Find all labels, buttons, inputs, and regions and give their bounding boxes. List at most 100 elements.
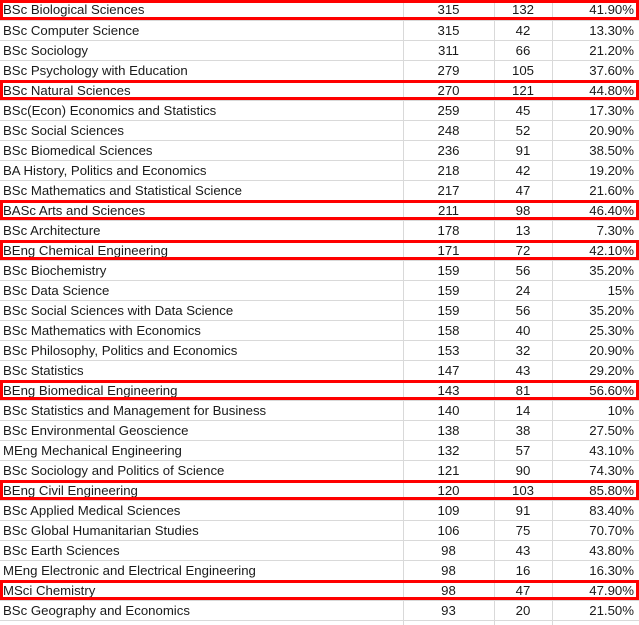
cell-applications[interactable]: 315	[403, 0, 495, 21]
table-row[interactable]: BSc Mathematics with Economics 158 40 25.30…	[0, 320, 639, 341]
cell-offer-rate[interactable]: 21.60%	[552, 180, 639, 201]
cell-programme[interactable]: BSc Psychology with Education	[0, 60, 404, 81]
table-row[interactable]: BSc Biological Sciences 315 132 41.90%	[0, 0, 639, 21]
cell-applications[interactable]: 211	[403, 200, 495, 221]
cell-offers[interactable]: 52	[494, 120, 553, 141]
cell-programme[interactable]: BSc Earth Sciences	[0, 540, 404, 561]
cell-offers[interactable]: 91	[494, 140, 553, 161]
cell-programme[interactable]: MSci Chemistry	[0, 580, 404, 601]
cell-applications[interactable]	[403, 620, 495, 625]
cell-programme[interactable]: MEng Mechanical Engineering	[0, 440, 404, 461]
table-row[interactable]: BEng Chemical Engineering 171 72 42.10%	[0, 240, 639, 261]
cell-programme[interactable]: BEng Civil Engineering	[0, 480, 404, 501]
cell-applications[interactable]: 120	[403, 480, 495, 501]
cell-applications[interactable]: 311	[403, 40, 495, 61]
cell-applications[interactable]: 143	[403, 380, 495, 401]
cell-offers[interactable]: 66	[494, 40, 553, 61]
table-row[interactable]: MSci Chemistry 98 47 47.90%	[0, 580, 639, 601]
cell-offer-rate[interactable]: 44.80%	[552, 80, 639, 101]
cell-offer-rate[interactable]: 35.20%	[552, 260, 639, 281]
cell-offers[interactable]: 32	[494, 340, 553, 361]
cell-applications[interactable]: 93	[403, 600, 495, 621]
table-row[interactable]: BASc Arts and Sciences 211 98 46.40%	[0, 200, 639, 221]
cell-offer-rate[interactable]: 27.50%	[552, 420, 639, 441]
cell-offer-rate[interactable]: 74.30%	[552, 460, 639, 481]
cell-offers[interactable]: 81	[494, 380, 553, 401]
cell-offer-rate[interactable]: 38.50%	[552, 140, 639, 161]
cell-offers[interactable]: 20	[494, 600, 553, 621]
cell-offer-rate[interactable]: 46.40%	[552, 200, 639, 221]
table-row[interactable]: BSc Global Humanitarian Studies 106 75 70.7…	[0, 520, 639, 541]
table-row[interactable]: BSc Sociology 311 66 21.20%	[0, 40, 639, 61]
table-row[interactable]: BSc Psychology with Education 279 105 37.60…	[0, 60, 639, 81]
cell-offers[interactable]: 43	[494, 360, 553, 381]
table-row[interactable]: BSc Environmental Geoscience 138 38 27.50%	[0, 420, 639, 441]
cell-applications[interactable]: 140	[403, 400, 495, 421]
cell-offer-rate[interactable]: 17.30%	[552, 100, 639, 121]
cell-offer-rate[interactable]: 21.50%	[552, 600, 639, 621]
cell-applications[interactable]: 178	[403, 220, 495, 241]
cell-applications[interactable]: 236	[403, 140, 495, 161]
cell-offer-rate[interactable]: 70.70%	[552, 520, 639, 541]
cell-offers[interactable]: 72	[494, 240, 553, 261]
cell-offers[interactable]: 98	[494, 200, 553, 221]
cell-offers[interactable]: 57	[494, 440, 553, 461]
cell-offers[interactable]: 47	[494, 580, 553, 601]
table-row[interactable]: BSc Architecture 178 13 7.30%	[0, 220, 639, 241]
cell-applications[interactable]: 98	[403, 560, 495, 581]
cell-offer-rate[interactable]: 43.80%	[552, 540, 639, 561]
cell-programme[interactable]: BSc Philosophy, Politics and Economics	[0, 340, 404, 361]
cell-programme[interactable]: BA History, Politics and Economics	[0, 160, 404, 181]
cell-offer-rate[interactable]: 20.90%	[552, 120, 639, 141]
cell-programme[interactable]: BASc Arts and Sciences	[0, 200, 404, 221]
cell-offers[interactable]: 47	[494, 180, 553, 201]
cell-programme[interactable]: BSc Statistics and Management for Busine…	[0, 400, 404, 421]
cell-applications[interactable]: 270	[403, 80, 495, 101]
cell-offer-rate[interactable]: 85.80%	[552, 480, 639, 501]
cell-applications[interactable]: 106	[403, 520, 495, 541]
cell-applications[interactable]: 315	[403, 20, 495, 41]
cell-offers[interactable]: 75	[494, 520, 553, 541]
cell-applications[interactable]: 217	[403, 180, 495, 201]
cell-programme[interactable]: BEng Biomedical Engineering	[0, 380, 404, 401]
table-row[interactable]: BSc Social Sciences 248 52 20.90%	[0, 120, 639, 141]
table-row[interactable]: BSc Mathematics and Statistical Science 2…	[0, 180, 639, 201]
cell-applications[interactable]: 132	[403, 440, 495, 461]
cell-programme[interactable]: BSc Applied Medical Sciences	[0, 500, 404, 521]
cell-offers[interactable]: 105	[494, 60, 553, 81]
cell-offers[interactable]: 91	[494, 500, 553, 521]
cell-programme[interactable]: BSc Social Sciences	[0, 120, 404, 141]
table-row[interactable]: BSc Philosophy, Politics and Economics 15…	[0, 340, 639, 361]
table-row[interactable]: BSc Biomedical Sciences 236 91 38.50%	[0, 140, 639, 161]
cell-programme[interactable]: BSc Biomedical Sciences	[0, 140, 404, 161]
table-row[interactable]: BSc Sociology and Politics of Science 121…	[0, 460, 639, 481]
cell-offers[interactable]	[494, 620, 553, 625]
cell-programme[interactable]: BSc Social Sciences with Data Science	[0, 300, 404, 321]
cell-programme[interactable]: BSc Sociology and Politics of Science	[0, 460, 404, 481]
cell-programme[interactable]: BSc Data Science	[0, 280, 404, 301]
table-row[interactable]: BSc Statistics 147 43 29.20%	[0, 360, 639, 381]
table-row[interactable]: BSc Data Science 159 24 15%	[0, 280, 639, 301]
cell-offer-rate[interactable]: 56.60%	[552, 380, 639, 401]
cell-offers[interactable]: 38	[494, 420, 553, 441]
cell-programme[interactable]: BSc Sociology	[0, 40, 404, 61]
cell-programme[interactable]: BSc Natural Sciences	[0, 80, 404, 101]
table-row[interactable]: BSc(Econ) Economics and Statistics 259 45 1…	[0, 100, 639, 121]
table-row[interactable]: BSc Applied Medical Sciences 109 91 83.40%	[0, 500, 639, 521]
cell-offer-rate[interactable]: 16.30%	[552, 560, 639, 581]
table-row[interactable]: BSc Biochemistry 159 56 35.20%	[0, 260, 639, 281]
cell-offer-rate[interactable]: 35.20%	[552, 300, 639, 321]
table-row[interactable]: BEng Biomedical Engineering 143 81 56.60%	[0, 380, 639, 401]
cell-programme[interactable]	[0, 620, 404, 625]
cell-applications[interactable]: 121	[403, 460, 495, 481]
table-row[interactable]: BEng Civil Engineering 120 103 85.80%	[0, 480, 639, 501]
cell-offer-rate[interactable]: 19.20%	[552, 160, 639, 181]
cell-programme[interactable]: BSc Biological Sciences	[0, 0, 404, 21]
cell-offer-rate[interactable]: 25.30%	[552, 320, 639, 341]
cell-programme[interactable]: BSc Mathematics with Economics	[0, 320, 404, 341]
cell-programme[interactable]: BSc Mathematics and Statistical Science	[0, 180, 404, 201]
cell-programme[interactable]: BSc Architecture	[0, 220, 404, 241]
cell-applications[interactable]: 147	[403, 360, 495, 381]
cell-applications[interactable]: 159	[403, 280, 495, 301]
cell-offers[interactable]: 42	[494, 160, 553, 181]
